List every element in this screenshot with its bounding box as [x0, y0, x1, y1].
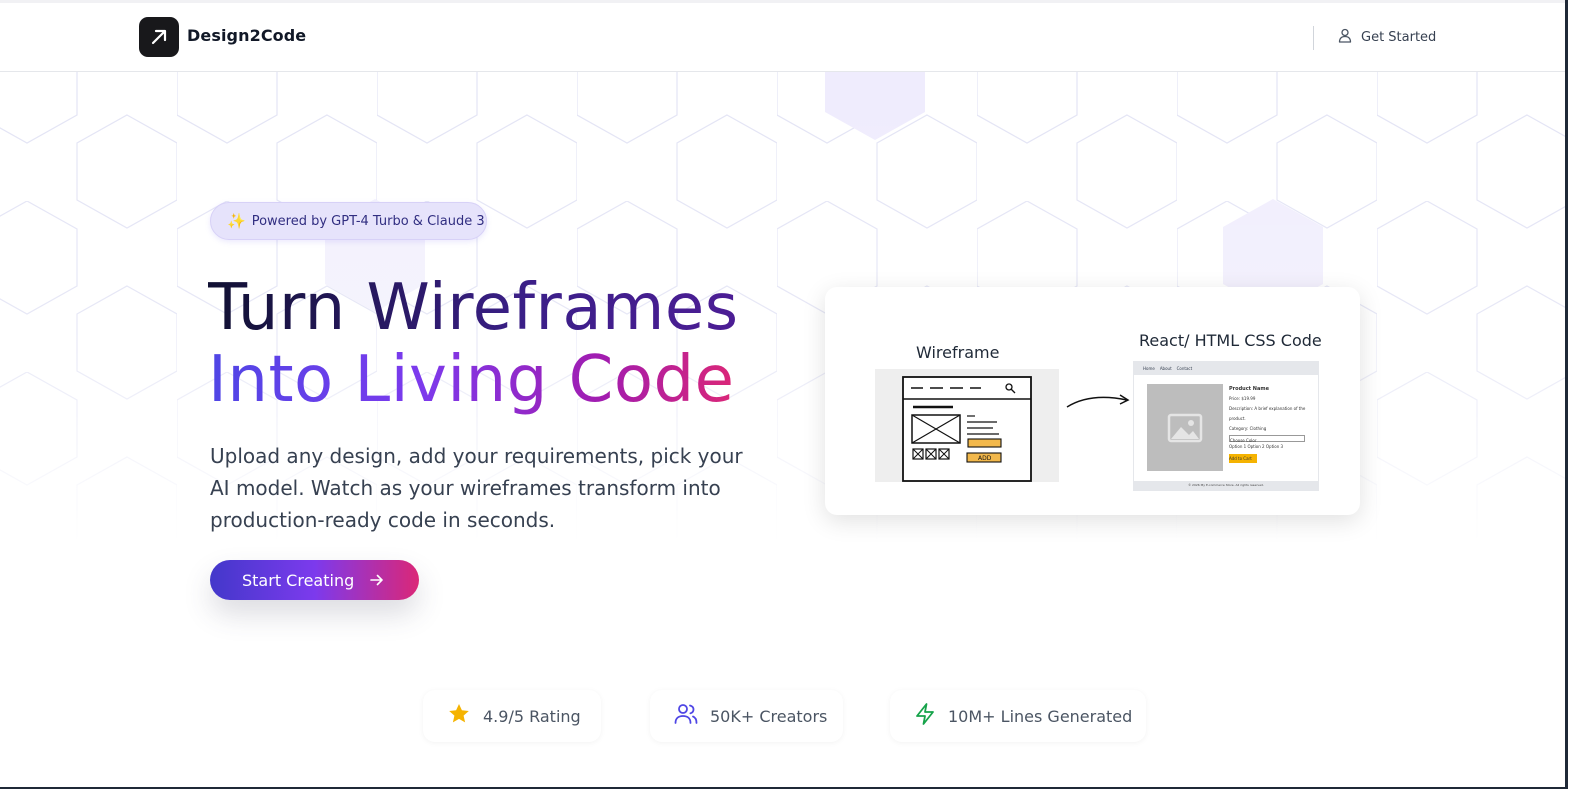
preview-nav-item: About: [1159, 366, 1172, 371]
preview-footer: © 2026 My E-commerce Store. All rights r…: [1134, 481, 1318, 490]
nav-divider: [1313, 26, 1314, 50]
logo-icon[interactable]: [139, 17, 179, 57]
powered-by-badge: ✨ Powered by GPT-4 Turbo & Claude 3: [210, 202, 487, 240]
arrow-right-icon: [370, 571, 384, 590]
hero-title-line2: Into Living Code: [208, 340, 735, 420]
preview-add-button: Add to Cart: [1229, 454, 1257, 463]
get-started-link[interactable]: Get Started: [1338, 27, 1436, 47]
stat-creators: 50K+ Creators: [650, 690, 843, 742]
wireframe-label: Wireframe: [916, 343, 1000, 362]
stat-rating-label: 4.9/5 Rating: [483, 706, 581, 726]
preview-nav-item: Home: [1143, 366, 1155, 371]
preview-nav-item: Contact: [1176, 366, 1193, 371]
wireframe-sketch: ADD: [875, 369, 1059, 482]
preview-category: Category: Clothing: [1229, 426, 1267, 431]
preview-nav: Home About Contact: [1134, 362, 1318, 375]
get-started-label: Get Started: [1361, 29, 1437, 45]
start-creating-label: Start Creating: [242, 570, 355, 590]
preview-product-name: Product Name: [1229, 386, 1269, 392]
badge-text: Powered by GPT-4 Turbo & Claude 3: [251, 213, 485, 229]
brand-name[interactable]: Design2Code: [187, 26, 306, 45]
preview-product-info: Product Name Price: $19.99 Description: …: [1229, 384, 1318, 464]
preview-description: Description: A brief explanation of the …: [1229, 406, 1306, 421]
sparkles-icon: ✨: [227, 212, 246, 230]
hero-subtitle: Upload any design, add your requirements…: [210, 444, 743, 532]
top-nav-bar: Design2Code Get Started: [0, 3, 1568, 72]
stat-lines-generated: 10M+ Lines Generated: [890, 690, 1146, 742]
svg-text:ADD: ADD: [978, 455, 992, 462]
hero-title-line1: Turn Wireframes: [208, 268, 739, 348]
code-output-preview: Home About Contact Product Name Price: $…: [1133, 361, 1319, 491]
preview-price: Price: $19.99: [1229, 396, 1256, 401]
users-icon: [674, 703, 698, 729]
preview-select: Choose Color: [1229, 435, 1305, 443]
start-creating-button[interactable]: Start Creating: [210, 560, 419, 600]
stat-rating: 4.9/5 Rating: [423, 690, 601, 742]
stat-creators-label: 50K+ Creators: [710, 706, 828, 726]
preview-options: Option 1 Option 2 Option 3: [1229, 444, 1284, 449]
star-icon: [447, 702, 471, 730]
user-icon: [1338, 28, 1352, 47]
code-label: React/ HTML CSS Code: [1139, 331, 1322, 350]
transform-arrow-icon: [1066, 394, 1130, 408]
stat-lines-label: 10M+ Lines Generated: [948, 706, 1133, 726]
wireframe-to-code-illustration: Wireframe React/ HTML CSS Code ADD Home …: [825, 287, 1360, 515]
lightning-icon: [914, 702, 936, 730]
image-placeholder-icon: [1147, 384, 1223, 471]
